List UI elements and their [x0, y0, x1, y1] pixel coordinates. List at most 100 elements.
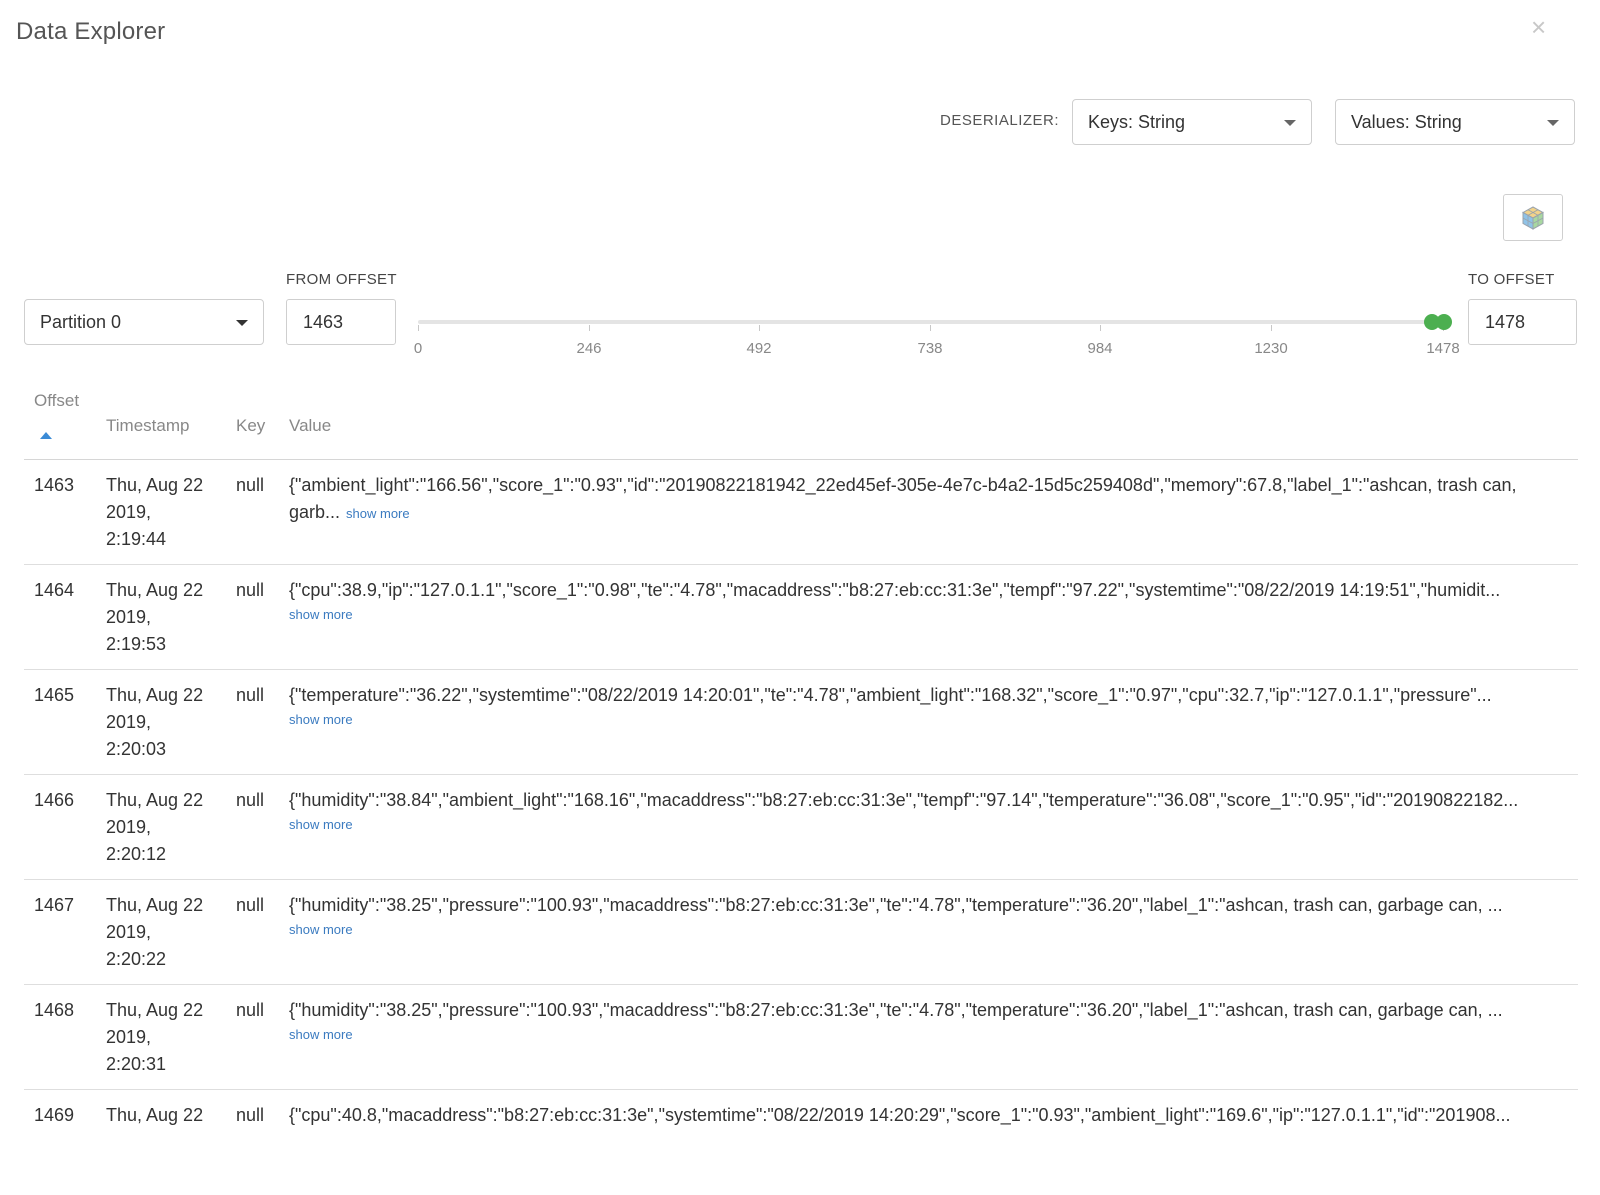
timestamp-cell: Thu, Aug 22 [106, 1102, 226, 1129]
slider-tick [759, 325, 760, 331]
timestamp-year: 2019, [106, 712, 152, 732]
slider-tick-label: 0 [413, 340, 423, 357]
value-text: {"humidity":"38.84","ambient_light":"168… [289, 790, 1519, 810]
partition-value: Partition 0 [40, 312, 122, 332]
timestamp-cell: Thu, Aug 22 2019, 2:19:44 [106, 472, 226, 553]
timestamp-time: 2:20:31 [106, 1054, 167, 1074]
timestamp-year: 2019, [106, 1027, 152, 1047]
value-text: {"temperature":"36.22","systemtime":"08/… [289, 685, 1492, 705]
offset-cell: 1463 [34, 475, 75, 495]
show-more-link[interactable]: show more [289, 709, 1559, 731]
from-offset-input[interactable] [286, 299, 396, 345]
to-offset-input[interactable] [1468, 299, 1577, 345]
slider-tick-label: 246 [576, 340, 602, 357]
key-cell: null [236, 475, 265, 495]
timestamp-date: Thu, Aug 22 [106, 790, 204, 810]
column-header-timestamp[interactable]: Timestamp [106, 416, 189, 436]
keys-deserializer-value: Keys: String [1088, 112, 1186, 132]
timestamp-cell: Thu, Aug 22 2019, 2:20:12 [106, 787, 226, 868]
deserializer-label: DESERIALIZER: [940, 112, 1060, 129]
timestamp-date: Thu, Aug 22 [106, 685, 204, 705]
value-cell: {"humidity":"38.84","ambient_light":"168… [289, 787, 1559, 836]
show-more-link[interactable]: show more [346, 506, 410, 521]
page-title: Data Explorer [16, 18, 166, 45]
value-text: {"cpu":40.8,"macaddress":"b8:27:eb:cc:31… [289, 1105, 1511, 1125]
table-row: 1464 Thu, Aug 22 2019, 2:19:53 null {"cpu"… [24, 565, 1578, 670]
timestamp-year: 2019, [106, 922, 152, 942]
table-row: 1463 Thu, Aug 22 2019, 2:19:44 null {"ambi… [24, 460, 1578, 565]
caret-down-icon [1547, 120, 1559, 126]
column-header-offset[interactable]: Offset [34, 391, 79, 411]
cube-view-button[interactable] [1503, 194, 1563, 241]
value-text: {"humidity":"38.25","pressure":"100.93",… [289, 895, 1503, 915]
offset-cell: 1469 [34, 1105, 75, 1125]
value-cell: {"humidity":"38.25","pressure":"100.93",… [289, 892, 1559, 941]
show-more-link[interactable]: show more [289, 604, 1559, 626]
sort-ascending-icon[interactable] [40, 432, 52, 439]
offset-cell: 1467 [34, 895, 75, 915]
timestamp-time: 2:19:53 [106, 634, 167, 654]
key-cell: null [236, 1105, 265, 1125]
timestamp-time: 2:20:03 [106, 739, 167, 759]
value-text: {"humidity":"38.25","pressure":"100.93",… [289, 1000, 1503, 1020]
message-table: 1463 Thu, Aug 22 2019, 2:19:44 null {"ambi… [0, 460, 1600, 1195]
timestamp-date: Thu, Aug 22 [106, 580, 204, 600]
slider-tick [1271, 325, 1272, 331]
table-row: 1469 Thu, Aug 22 null {"cpu":40.8,"macad… [24, 1090, 1578, 1195]
slider-tick [418, 325, 419, 331]
timestamp-time: 2:19:44 [106, 529, 167, 549]
value-cell: {"cpu":38.9,"ip":"127.0.1.1","score_1":"… [289, 577, 1559, 626]
timestamp-cell: Thu, Aug 22 2019, 2:20:22 [106, 892, 226, 973]
show-more-link[interactable]: show more [289, 1024, 1559, 1046]
offset-slider-track[interactable] [418, 320, 1443, 324]
timestamp-year: 2019, [106, 817, 152, 837]
timestamp-date: Thu, Aug 22 [106, 475, 204, 495]
cube-icon [1521, 205, 1545, 230]
key-cell: null [236, 1000, 265, 1020]
timestamp-year: 2019, [106, 607, 152, 627]
to-offset-label: TO OFFSET [1468, 271, 1555, 288]
table-row: 1467 Thu, Aug 22 2019, 2:20:22 null {"humi… [24, 880, 1578, 985]
offset-cell: 1466 [34, 790, 75, 810]
slider-tick [930, 325, 931, 331]
value-cell: {"humidity":"38.25","pressure":"100.93",… [289, 997, 1559, 1046]
key-cell: null [236, 580, 265, 600]
partition-select[interactable]: Partition 0 [24, 299, 264, 345]
timestamp-year: 2019, [106, 502, 152, 522]
column-header-key[interactable]: Key [236, 416, 265, 436]
value-text: {"ambient_light":"166.56","score_1":"0.9… [289, 475, 1517, 522]
values-deserializer-value: Values: String [1351, 112, 1462, 132]
table-row: 1465 Thu, Aug 22 2019, 2:20:03 null {"temp… [24, 670, 1578, 775]
timestamp-time: 2:20:22 [106, 949, 167, 969]
timestamp-cell: Thu, Aug 22 2019, 2:19:53 [106, 577, 226, 658]
show-more-link[interactable]: show more [289, 919, 1559, 941]
key-cell: null [236, 790, 265, 810]
table-row: 1468 Thu, Aug 22 2019, 2:20:31 null {"humi… [24, 985, 1578, 1090]
timestamp-cell: Thu, Aug 22 2019, 2:20:31 [106, 997, 226, 1078]
value-cell: {"cpu":40.8,"macaddress":"b8:27:eb:cc:31… [289, 1102, 1559, 1129]
values-deserializer-select[interactable]: Values: String [1335, 99, 1575, 145]
timestamp-date: Thu, Aug 22 [106, 895, 204, 915]
value-cell: {"temperature":"36.22","systemtime":"08/… [289, 682, 1559, 731]
key-cell: null [236, 685, 265, 705]
timestamp-date: Thu, Aug 22 [106, 1105, 204, 1125]
timestamp-time: 2:20:12 [106, 844, 167, 864]
slider-end-handle[interactable] [1436, 314, 1452, 330]
table-row: 1466 Thu, Aug 22 2019, 2:20:12 null {"humi… [24, 775, 1578, 880]
slider-tick [1100, 325, 1101, 331]
slider-tick [589, 325, 590, 331]
keys-deserializer-select[interactable]: Keys: String [1072, 99, 1312, 145]
slider-tick-label: 1478 [1426, 340, 1460, 357]
offset-cell: 1465 [34, 685, 75, 705]
slider-tick-label: 492 [746, 340, 772, 357]
slider-tick-label: 1230 [1254, 340, 1288, 357]
offset-cell: 1468 [34, 1000, 75, 1020]
close-icon[interactable]: × [1531, 14, 1546, 40]
key-cell: null [236, 895, 265, 915]
value-text: {"cpu":38.9,"ip":"127.0.1.1","score_1":"… [289, 580, 1501, 600]
timestamp-cell: Thu, Aug 22 2019, 2:20:03 [106, 682, 226, 763]
column-header-value[interactable]: Value [289, 416, 331, 436]
show-more-link[interactable]: show more [289, 814, 1559, 836]
offset-cell: 1464 [34, 580, 75, 600]
timestamp-date: Thu, Aug 22 [106, 1000, 204, 1020]
